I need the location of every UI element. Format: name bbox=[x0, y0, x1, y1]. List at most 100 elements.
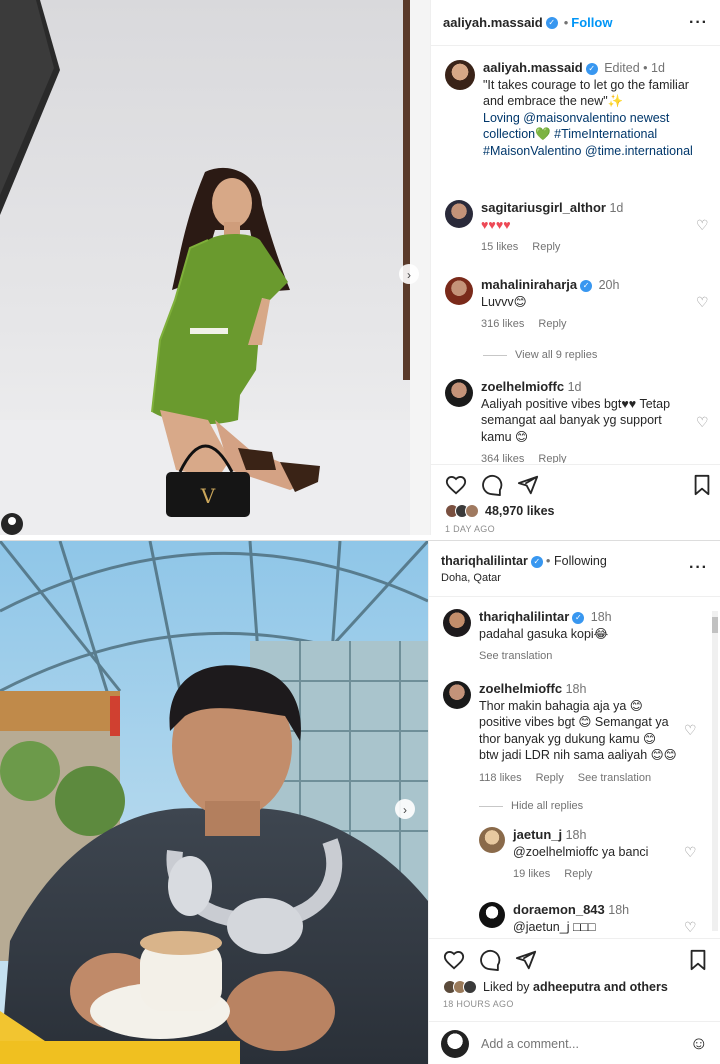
post-header: thariqhalilintar ✓ • Following Doha, Qatar… bbox=[429, 541, 720, 597]
see-translation-button[interactable]: See translation bbox=[479, 650, 552, 662]
liked-by-suffix[interactable]: and others bbox=[600, 980, 668, 994]
like-heart-icon[interactable] bbox=[443, 949, 465, 971]
comment-likes[interactable]: 15 likes bbox=[481, 241, 518, 253]
comment-icon[interactable] bbox=[479, 949, 501, 971]
share-icon[interactable] bbox=[515, 949, 537, 971]
reply-button[interactable]: Reply bbox=[532, 241, 560, 253]
avatar[interactable] bbox=[445, 60, 475, 90]
comment-username[interactable]: jaetun_j bbox=[513, 827, 562, 842]
comment-username[interactable]: doraemon_843 bbox=[513, 902, 605, 917]
like-heart-icon[interactable]: ♡ bbox=[696, 218, 710, 232]
view-replies-button[interactable]: View all 9 replies bbox=[483, 349, 597, 361]
hide-replies-button[interactable]: Hide all replies bbox=[479, 800, 583, 812]
like-heart-icon[interactable]: ♡ bbox=[696, 295, 710, 309]
reply-button[interactable]: Reply bbox=[538, 318, 566, 330]
like-heart-icon[interactable]: ♡ bbox=[684, 723, 698, 737]
post-actions bbox=[443, 949, 712, 971]
comment-icon[interactable] bbox=[481, 474, 503, 496]
comment-username[interactable]: sagitariusgirl_althor bbox=[481, 200, 606, 215]
like-heart-icon[interactable]: ♡ bbox=[696, 415, 710, 429]
comment-time: 1d bbox=[609, 201, 624, 215]
likes-row: Liked by adheeputra and others bbox=[443, 980, 668, 994]
comment-text: kamu 😊 bbox=[481, 429, 529, 444]
see-translation-button[interactable]: See translation bbox=[578, 772, 651, 784]
photo-illustration: › bbox=[0, 541, 428, 1064]
comment: zoelhelmioffc 1d Aaliyah positive vibes … bbox=[443, 379, 710, 463]
avatar bbox=[463, 980, 477, 994]
post-thariq: › thariqhalilintar ✓ • Following Doha, Qat… bbox=[0, 540, 720, 1064]
comment-username[interactable]: zoelhelmioffc bbox=[481, 379, 564, 394]
emoji-icon[interactable]: ☺ bbox=[690, 1033, 708, 1054]
comment-likes[interactable]: 118 likes bbox=[479, 772, 522, 784]
like-heart-icon[interactable]: ♡ bbox=[684, 920, 698, 934]
add-comment-input[interactable] bbox=[481, 1036, 690, 1051]
verified-icon: ✓ bbox=[545, 16, 558, 29]
liked-by-prefix: Liked by bbox=[483, 980, 534, 994]
photo-illustration: V › bbox=[0, 0, 430, 535]
verified-icon: ✓ bbox=[580, 279, 593, 292]
comment-username[interactable]: mahaliniraharja bbox=[481, 277, 577, 292]
comment-likes[interactable]: 364 likes bbox=[481, 453, 524, 463]
comment: mahaliniraharja ✓ 20h Luvvv😊 316 likes Rep… bbox=[443, 277, 710, 337]
svg-text:›: › bbox=[403, 803, 407, 817]
edited-label: Edited bbox=[604, 61, 640, 75]
comment-time: 1d bbox=[567, 380, 582, 394]
bookmark-icon[interactable] bbox=[692, 474, 712, 496]
liked-by-user[interactable]: adheeputra bbox=[533, 980, 600, 994]
comment-text: positive vibes bgt 😊 Semangat ya bbox=[479, 715, 669, 729]
caption-username[interactable]: aaliyah.massaid bbox=[483, 60, 583, 75]
avatar bbox=[465, 504, 479, 518]
post-header: aaliyah.massaid ✓ • Follow ··· bbox=[431, 0, 720, 46]
reply-button[interactable]: Reply bbox=[564, 868, 592, 880]
comment-text: btw jadi LDR nih sama aaliyah 😊😊 bbox=[479, 748, 677, 762]
caption-line: #MaisonValentino @time.international bbox=[483, 143, 693, 158]
post-sidebar: aaliyah.massaid ✓ • Follow ··· aaliyah.m… bbox=[430, 0, 720, 535]
comment-username[interactable]: thariqhalilintar bbox=[479, 609, 569, 624]
avatar[interactable] bbox=[479, 902, 505, 928]
avatar[interactable] bbox=[443, 609, 471, 637]
likes-count[interactable]: 48,970 likes bbox=[485, 504, 555, 518]
comment-time: 20h bbox=[598, 278, 620, 292]
like-heart-icon[interactable] bbox=[445, 474, 467, 496]
caption-line: collection💚 #TimeInternational bbox=[483, 127, 658, 141]
reply-comment: jaetun_j 18h @zoelhelmioffc ya banci 19 … bbox=[479, 827, 710, 887]
reply-comment: doraemon_843 18h @jaetun_j □□□ ♡ bbox=[479, 902, 710, 936]
avatar[interactable] bbox=[445, 200, 473, 228]
comment-text: @zoelhelmioffc ya banci bbox=[513, 844, 649, 859]
comment-time: 18h bbox=[608, 903, 630, 917]
comment-likes[interactable]: 19 likes bbox=[513, 868, 550, 880]
comment-likes[interactable]: 316 likes bbox=[481, 318, 524, 330]
more-options-icon[interactable]: ··· bbox=[689, 559, 708, 577]
avatar[interactable] bbox=[479, 827, 505, 853]
comment-text: Thor makin bahagia aja ya 😊 bbox=[479, 698, 643, 713]
scrollbar[interactable] bbox=[712, 611, 718, 931]
comment-text: semangat aal banyak yg support bbox=[481, 413, 662, 427]
comment: sagitariusgirl_althor 1d ♥♥♥♥ 15 likes Re… bbox=[443, 200, 710, 260]
post-photo-thariq[interactable]: › bbox=[0, 541, 428, 1064]
avatar[interactable] bbox=[445, 379, 473, 407]
caption-line: "It takes courage to let go the familiar bbox=[483, 77, 689, 92]
like-heart-icon[interactable]: ♡ bbox=[684, 845, 698, 859]
comment-text: padahal gasuka kopi😂 bbox=[479, 626, 609, 641]
avatar[interactable] bbox=[445, 277, 473, 305]
comment-time: 18h bbox=[590, 610, 612, 624]
share-icon[interactable] bbox=[517, 474, 539, 496]
verified-icon: ✓ bbox=[585, 62, 598, 75]
reply-button[interactable]: Reply bbox=[538, 453, 566, 463]
scrollbar-thumb[interactable] bbox=[712, 617, 718, 633]
comment-text: thor banyak yg dukung kamu 😊 bbox=[479, 731, 657, 746]
following-button[interactable]: Following bbox=[554, 554, 607, 568]
svg-text:V: V bbox=[200, 484, 216, 508]
reply-button[interactable]: Reply bbox=[536, 772, 564, 784]
post-username[interactable]: thariqhalilintar bbox=[441, 554, 528, 568]
follow-button[interactable]: Follow bbox=[571, 15, 612, 30]
comment-username[interactable]: zoelhelmioffc bbox=[479, 681, 562, 696]
post-location[interactable]: Doha, Qatar bbox=[441, 572, 708, 584]
bookmark-icon[interactable] bbox=[688, 949, 708, 971]
avatar[interactable] bbox=[443, 681, 471, 709]
comment: zoelhelmioffc 18h Thor makin bahagia aja… bbox=[443, 681, 710, 791]
post-photo-aaliyah[interactable]: V › bbox=[0, 0, 430, 535]
more-options-icon[interactable]: ··· bbox=[689, 14, 708, 32]
post-username[interactable]: aaliyah.massaid bbox=[443, 15, 543, 30]
verified-icon: ✓ bbox=[530, 555, 543, 568]
